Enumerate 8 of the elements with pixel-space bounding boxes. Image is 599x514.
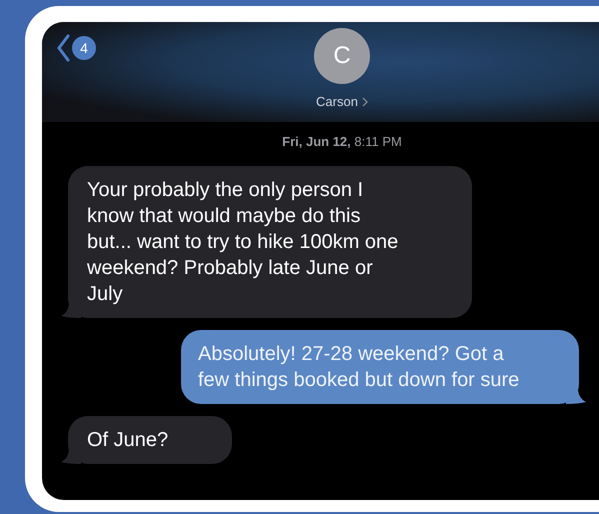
timestamp: Fri, Jun 12, 8:11 PM: [282, 133, 402, 151]
unread-count-badge: 4: [72, 36, 96, 60]
contact-name-link[interactable]: Carson: [316, 92, 368, 112]
message-text: Of June?: [87, 428, 168, 450]
back-button[interactable]: 4: [56, 34, 96, 62]
contact-avatar: C: [314, 28, 370, 84]
message-text: Absolutely! 27-28 weekend? Got a few things booked but down for sure: [198, 342, 520, 390]
message-text: Your probably the only person I know that would maybe do this but... want to try to hike 100km one weekend? Probably late June or July: [87, 178, 398, 304]
